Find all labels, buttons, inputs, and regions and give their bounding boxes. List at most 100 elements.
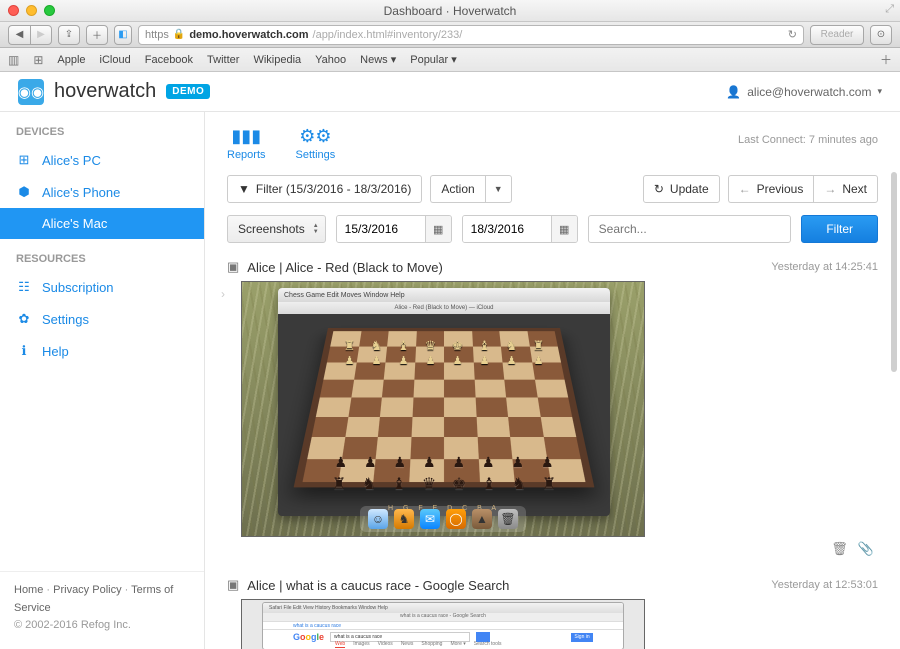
bookmark-yahoo[interactable]: Yahoo bbox=[315, 54, 346, 66]
sidebar-item-alices-mac[interactable]: Alice's Mac bbox=[0, 208, 204, 239]
filter-icon: ▼ bbox=[238, 182, 250, 196]
fullscreen-icon[interactable]: ⤢ bbox=[885, 3, 894, 16]
calendar-icon[interactable]: ▦ bbox=[551, 216, 577, 242]
topsites-icon[interactable]: ⊞ bbox=[33, 53, 43, 67]
screenshot-thumbnail[interactable]: Safari File Edit View History Bookmarks … bbox=[241, 599, 645, 649]
google-tab-news: News bbox=[401, 641, 414, 648]
action-caret-button[interactable]: ▼ bbox=[485, 175, 512, 203]
bookmark-popular[interactable]: Popular ▾ bbox=[410, 53, 457, 66]
entry-row: ▣ Alice | what is a caucus race - Google… bbox=[227, 577, 878, 649]
bookmarks-bar: ▥ ⊞ Apple iCloud Facebook Twitter Wikipe… bbox=[0, 48, 900, 72]
next-button[interactable]: →Next bbox=[813, 175, 878, 203]
chess-pieces-white-pawns: ♟♟♟♟♟♟♟♟ bbox=[336, 354, 552, 367]
bookmark-facebook[interactable]: Facebook bbox=[145, 54, 193, 66]
google-tab-images: Images bbox=[353, 641, 369, 648]
sidebar-footer: Home · Privacy Policy · Terms of Service… bbox=[0, 571, 204, 649]
previous-label: Previous bbox=[757, 182, 804, 196]
bookmark-twitter[interactable]: Twitter bbox=[207, 54, 239, 66]
bookmarks-icon[interactable]: ▥ bbox=[8, 53, 19, 67]
bookmark-icloud[interactable]: iCloud bbox=[100, 54, 131, 66]
entry-timestamp: Yesterday at 12:53:01 bbox=[771, 579, 878, 591]
chevron-right-icon[interactable]: › bbox=[221, 287, 225, 301]
arrow-right-icon: → bbox=[824, 182, 836, 196]
inner-window: Chess Game Edit Moves Window Help Alice … bbox=[278, 288, 610, 516]
image-icon: ▣ bbox=[227, 577, 239, 593]
url-bar[interactable]: https 🔒 demo.hoverwatch.com/app/index.ht… bbox=[138, 25, 804, 45]
footer-link-home[interactable]: Home bbox=[14, 584, 43, 596]
messages-icon: ✉ bbox=[420, 509, 440, 529]
google-tab-shopping: Shopping bbox=[421, 641, 442, 648]
user-icon: 👤 bbox=[726, 85, 741, 99]
demo-badge: DEMO bbox=[166, 84, 210, 99]
date-to-field[interactable]: ▦ bbox=[462, 215, 578, 243]
reload-icon[interactable]: ↻ bbox=[788, 28, 797, 41]
inner-signin-button: Sign in bbox=[571, 633, 593, 642]
tab-reports[interactable]: ▮▮▮Reports bbox=[227, 126, 266, 161]
date-from-field[interactable]: ▦ bbox=[336, 215, 452, 243]
content-area: Last Connect: 7 minutes ago ▮▮▮Reports ⚙… bbox=[205, 112, 900, 649]
android-icon: ⬢ bbox=[16, 184, 32, 200]
inner-menubar: Safari File Edit View History Bookmarks … bbox=[263, 603, 623, 613]
chess-pieces-black-back: ♜♞♝♛♚♝♞♜ bbox=[324, 474, 564, 494]
add-bookmark-button[interactable]: ＋ bbox=[86, 25, 108, 45]
sidebar-item-settings[interactable]: ✿Settings bbox=[0, 303, 204, 335]
attachment-icon[interactable]: 📎 bbox=[858, 541, 874, 557]
sidebar-item-alices-phone[interactable]: ⬢ Alice's Phone bbox=[0, 176, 204, 208]
date-from-input[interactable] bbox=[337, 216, 425, 242]
sidebar-item-alices-pc[interactable]: ⊞Alice's PC bbox=[0, 144, 204, 176]
bookmark-wikipedia[interactable]: Wikipedia bbox=[253, 54, 301, 66]
calendar-icon[interactable]: ▦ bbox=[425, 216, 451, 242]
filter-summary-button[interactable]: ▼Filter (15/3/2016 - 18/3/2016) bbox=[227, 175, 422, 203]
tab-settings[interactable]: ⚙⚙Settings bbox=[296, 126, 336, 161]
trash-icon: 🗑 bbox=[498, 509, 518, 529]
type-select[interactable]: Screenshots▲▼ bbox=[227, 215, 326, 243]
sidebar-item-subscription[interactable]: ☷ Subscription bbox=[0, 271, 204, 303]
date-to-input[interactable] bbox=[463, 216, 551, 242]
arrow-left-icon: ← bbox=[739, 182, 751, 196]
inner-window: Safari File Edit View History Bookmarks … bbox=[262, 602, 624, 649]
google-tab-web: Web bbox=[335, 641, 345, 648]
reader-button[interactable]: Reader bbox=[810, 25, 864, 45]
search-input[interactable] bbox=[588, 215, 792, 243]
tab-label: Reports bbox=[227, 149, 266, 161]
bookmark-news[interactable]: News ▾ bbox=[360, 53, 396, 66]
vlc-icon: ▲ bbox=[472, 509, 492, 529]
sidebar-toggle-icon[interactable]: ◧ bbox=[114, 25, 132, 45]
inner-menubar: Chess Game Edit Moves Window Help bbox=[278, 288, 610, 302]
safari-toolbar: ◀ ▶ ⇪ ＋ ◧ https 🔒 demo.hoverwatch.com/ap… bbox=[0, 22, 900, 48]
forward-button[interactable]: ▶ bbox=[30, 25, 52, 45]
action-button[interactable]: Action bbox=[430, 175, 484, 203]
sidebar-item-label: Alice's Phone bbox=[42, 185, 120, 200]
macos-titlebar: Dashboard · Hoverwatch ⤢ bbox=[0, 0, 900, 22]
screenshot-thumbnail[interactable]: Chess Game Edit Moves Window Help Alice … bbox=[241, 281, 645, 537]
filter-button[interactable]: Filter bbox=[801, 215, 878, 243]
delete-entry-icon[interactable]: 🗑 bbox=[831, 541, 848, 557]
google-tab-more: More ▾ bbox=[450, 641, 465, 648]
chess-pieces-black-pawns: ♟♟♟♟♟♟♟♟ bbox=[326, 454, 562, 471]
logo-icon: ◉◉ bbox=[18, 79, 44, 105]
chess-pieces-white-back: ♜♞♝♛♚♝♞♜ bbox=[336, 338, 552, 354]
back-button[interactable]: ◀ bbox=[8, 25, 30, 45]
share-button[interactable]: ⇪ bbox=[58, 25, 80, 45]
footer-link-privacy[interactable]: Privacy Policy bbox=[53, 584, 121, 596]
update-button[interactable]: ↻Update bbox=[643, 175, 720, 203]
sidebar-item-label: Subscription bbox=[42, 280, 114, 295]
chess-app-icon: ♞ bbox=[394, 509, 414, 529]
inner-window-title: what is a caucus race - Google Search bbox=[263, 613, 623, 621]
sidebar-item-label: Settings bbox=[42, 312, 89, 327]
sidebar-item-help[interactable]: ℹHelp bbox=[0, 335, 204, 367]
image-icon: ▣ bbox=[227, 259, 239, 275]
downloads-button[interactable]: ⊙ bbox=[870, 25, 892, 45]
google-logo: Google bbox=[293, 632, 324, 642]
brand-name: hoverwatch bbox=[54, 80, 156, 103]
type-selected: Screenshots bbox=[238, 222, 305, 236]
add-tab-icon[interactable]: ＋ bbox=[880, 51, 892, 68]
user-menu[interactable]: 👤 alice@hoverwatch.com ▾ bbox=[726, 85, 882, 99]
footer-copyright: © 2002-2016 Refog Inc. bbox=[14, 617, 190, 635]
action-label: Action bbox=[441, 182, 474, 196]
card-icon: ☷ bbox=[16, 279, 32, 295]
bookmark-apple[interactable]: Apple bbox=[57, 54, 85, 66]
window-title: Dashboard · Hoverwatch bbox=[0, 4, 900, 18]
previous-button[interactable]: ← Previous bbox=[728, 175, 814, 203]
entry-row: ▣ Alice | Alice - Red (Black to Move) Ye… bbox=[227, 259, 878, 557]
